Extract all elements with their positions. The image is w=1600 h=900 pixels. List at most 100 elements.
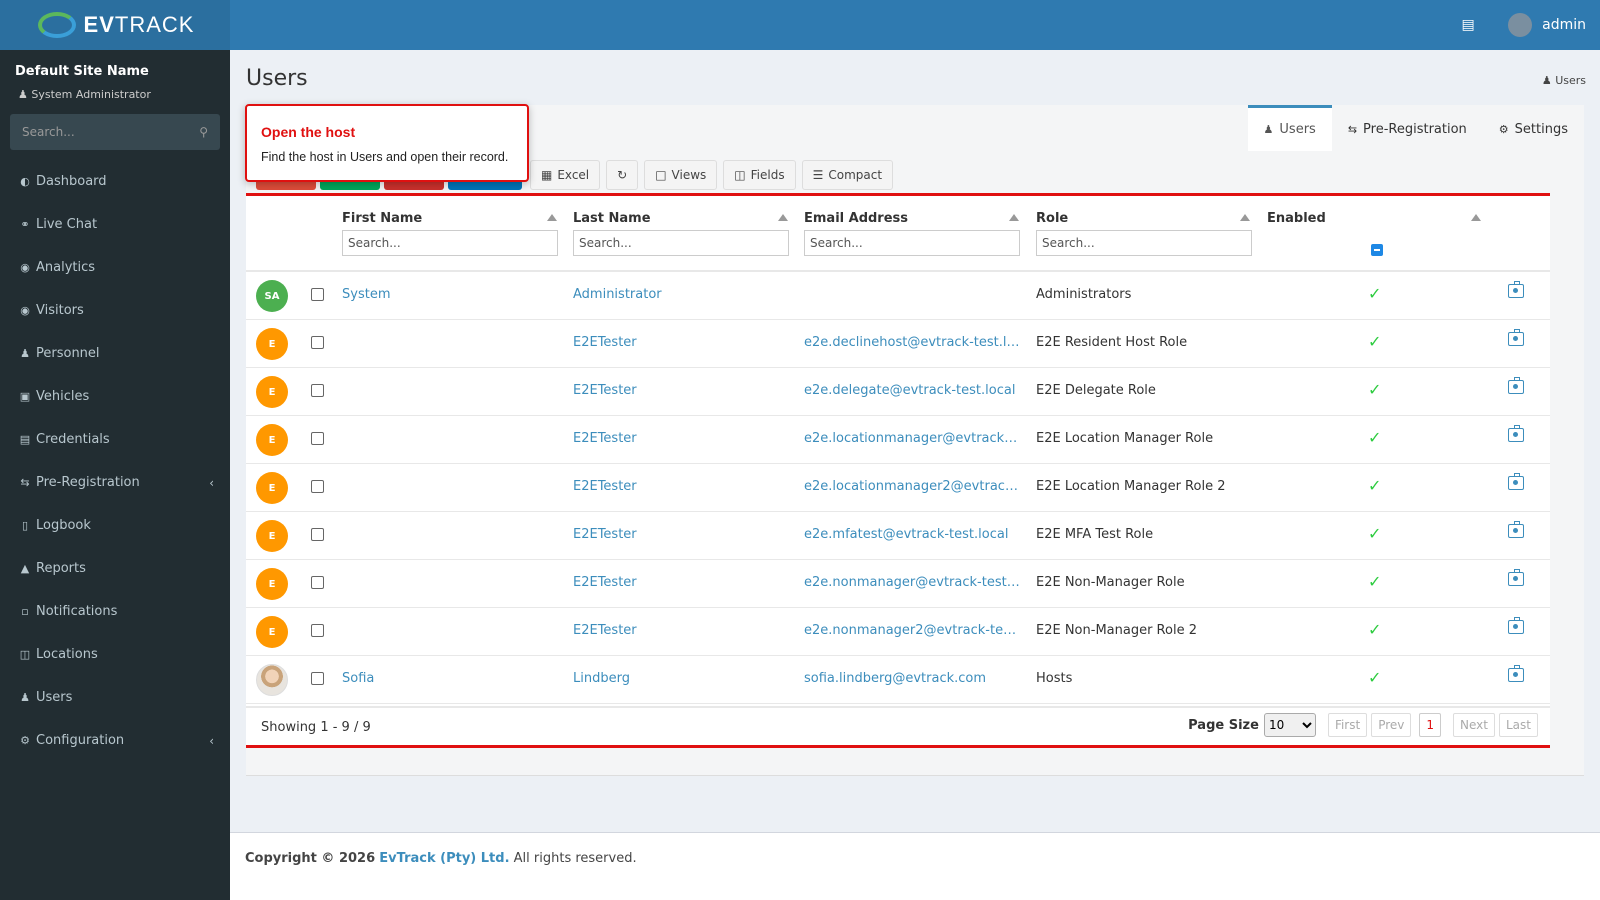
sidebar-item-locations[interactable]: ◫ Locations [0, 633, 230, 676]
row-checkbox[interactable] [311, 480, 324, 493]
sidebar-item-reports[interactable]: ▲ Reports [0, 547, 230, 590]
email-cell[interactable]: sofia.lindberg@evtrack.com [804, 671, 986, 686]
sidebar-item-dashboard[interactable]: ◐ Dashboard [0, 160, 230, 203]
table-row[interactable]: SA System Administrator Administrators ✓ [246, 272, 1550, 320]
search-icon[interactable]: ⚲ [199, 125, 208, 139]
page-size-select[interactable]: 10 [1263, 713, 1316, 737]
email-cell[interactable]: e2e.locationmanager2@evtrack-test.local [804, 479, 1020, 494]
prev-page-button[interactable]: Prev [1371, 713, 1412, 737]
views-button[interactable]: □ Views [644, 160, 718, 190]
refresh-button[interactable]: ↻ [606, 160, 639, 190]
logo[interactable]: EVTRACK [0, 0, 230, 50]
email-cell[interactable]: e2e.nonmanager2@evtrack-test.local [804, 623, 1020, 638]
last-name-cell[interactable]: E2ETester [573, 575, 637, 590]
first-name-cell[interactable]: System [342, 287, 390, 302]
last-name-filter[interactable] [573, 230, 789, 256]
company-link[interactable]: EvTrack (Pty) Ltd. [379, 851, 509, 866]
first-name-cell[interactable]: Sofia [342, 671, 374, 686]
table-row[interactable]: E E2ETester e2e.mfatest@evtrack-test.local… [246, 512, 1550, 560]
column-email[interactable]: Email Address [804, 211, 908, 226]
sort-icon[interactable] [1009, 214, 1019, 221]
first-name-filter[interactable] [342, 230, 558, 256]
email-cell[interactable]: e2e.mfatest@evtrack-test.local [804, 527, 1008, 542]
book-icon[interactable]: ▤ [1448, 17, 1488, 33]
row-checkbox[interactable] [311, 288, 324, 301]
sidebar-item-analytics[interactable]: ◉ Analytics [0, 246, 230, 289]
last-name-cell[interactable]: Lindberg [573, 671, 630, 686]
sidebar-item-live-chat[interactable]: ⚭ Live Chat [0, 203, 230, 246]
email-cell[interactable]: e2e.locationmanager@evtrack-test.local [804, 431, 1020, 446]
row-checkbox[interactable] [311, 384, 324, 397]
row-checkbox[interactable] [311, 336, 324, 349]
first-page-button[interactable]: First [1327, 713, 1368, 737]
role-filter[interactable] [1036, 230, 1252, 256]
email-cell[interactable]: e2e.nonmanager@evtrack-test.local [804, 575, 1020, 590]
sidebar-search-input[interactable]: Search... ⚲ [10, 114, 220, 150]
sidebar-item-visitors[interactable]: ◉ Visitors [0, 289, 230, 332]
chevron-left-icon[interactable]: ‹ [209, 476, 214, 490]
id-card-icon[interactable] [1508, 665, 1524, 682]
last-name-cell[interactable]: Administrator [573, 287, 662, 302]
tab-settings[interactable]: ⚙ Settings [1483, 105, 1584, 151]
tab-users[interactable]: ♟ Users [1247, 105, 1332, 151]
column-first-name[interactable]: First Name [342, 211, 422, 226]
email-cell[interactable]: e2e.delegate@evtrack-test.local [804, 383, 1015, 398]
sidebar-item-personnel[interactable]: ♟ Personnel [0, 332, 230, 375]
last-name-cell[interactable]: E2ETester [573, 623, 637, 638]
id-card-icon[interactable] [1508, 521, 1524, 538]
id-card-icon[interactable] [1508, 281, 1524, 298]
table-row[interactable]: E E2ETester e2e.locationmanager2@evtrack-t… [246, 464, 1550, 512]
id-card-icon[interactable] [1508, 473, 1524, 490]
last-name-cell[interactable]: E2ETester [573, 431, 637, 446]
next-page-button[interactable]: Next [1453, 713, 1495, 737]
id-card-icon[interactable] [1508, 569, 1524, 586]
last-page-button[interactable]: Last [1499, 713, 1538, 737]
sidebar-item-pre-registration[interactable]: ⇆ Pre-Registration ‹ [0, 461, 230, 504]
column-role[interactable]: Role [1036, 211, 1068, 226]
sort-icon[interactable] [1240, 214, 1250, 221]
sidebar-item-credentials[interactable]: ▤ Credentials [0, 418, 230, 461]
cog-icon: ⚙ [1498, 123, 1509, 136]
sort-icon[interactable] [778, 214, 788, 221]
column-enabled[interactable]: Enabled [1267, 211, 1326, 226]
avatar[interactable] [1508, 13, 1533, 37]
id-card-icon[interactable] [1508, 377, 1524, 394]
breadcrumb[interactable]: ♟ Users [1542, 74, 1586, 87]
sidebar-item-configuration[interactable]: ⚙ Configuration ‹ [0, 719, 230, 762]
user-menu[interactable]: admin [1542, 17, 1586, 33]
table-row[interactable]: E E2ETester e2e.nonmanager2@evtrack-test.l… [246, 608, 1550, 656]
row-checkbox[interactable] [311, 576, 324, 589]
column-last-name[interactable]: Last Name [573, 211, 651, 226]
row-checkbox[interactable] [311, 624, 324, 637]
enabled-filter-checkbox[interactable] [1371, 244, 1383, 256]
table-row[interactable]: E E2ETester e2e.nonmanager@evtrack-test.lo… [246, 560, 1550, 608]
last-name-cell[interactable]: E2ETester [573, 383, 637, 398]
last-name-cell[interactable]: E2ETester [573, 479, 637, 494]
id-card-icon[interactable] [1508, 329, 1524, 346]
sort-icon[interactable] [547, 214, 557, 221]
row-checkbox[interactable] [311, 432, 324, 445]
table-row[interactable]: Sofia Lindberg sofia.lindberg@evtrack.com H… [246, 656, 1550, 704]
sidebar-item-logbook[interactable]: ▯ Logbook [0, 504, 230, 547]
table-row[interactable]: E E2ETester e2e.delegate@evtrack-test.loca… [246, 368, 1550, 416]
sort-icon[interactable] [1471, 214, 1481, 221]
table-row[interactable]: E E2ETester e2e.declinehost@evtrack-test.l… [246, 320, 1550, 368]
sidebar-item-users[interactable]: ♟ Users [0, 676, 230, 719]
email-filter[interactable] [804, 230, 1020, 256]
row-checkbox[interactable] [311, 528, 324, 541]
last-name-cell[interactable]: E2ETester [573, 335, 637, 350]
last-name-cell[interactable]: E2ETester [573, 527, 637, 542]
excel-button[interactable]: ▦ Excel [530, 160, 601, 190]
row-checkbox[interactable] [311, 672, 324, 685]
current-page-button[interactable]: 1 [1419, 713, 1442, 737]
fields-button[interactable]: ◫ Fields [723, 160, 796, 190]
sidebar-item-notifications[interactable]: ▫ Notifications [0, 590, 230, 633]
sidebar-item-vehicles[interactable]: ▣ Vehicles [0, 375, 230, 418]
table-row[interactable]: E E2ETester e2e.locationmanager@evtrack-t e… [246, 416, 1550, 464]
chevron-left-icon[interactable]: ‹ [209, 734, 214, 748]
id-card-icon[interactable] [1508, 617, 1524, 634]
tab-pre-registration[interactable]: ⇆ Pre-Registration [1332, 105, 1483, 151]
email-cell[interactable]: e2e.declinehost@evtrack-test.local [804, 335, 1020, 350]
compact-button[interactable]: ☰ Compact [801, 160, 894, 190]
id-card-icon[interactable] [1508, 425, 1524, 442]
